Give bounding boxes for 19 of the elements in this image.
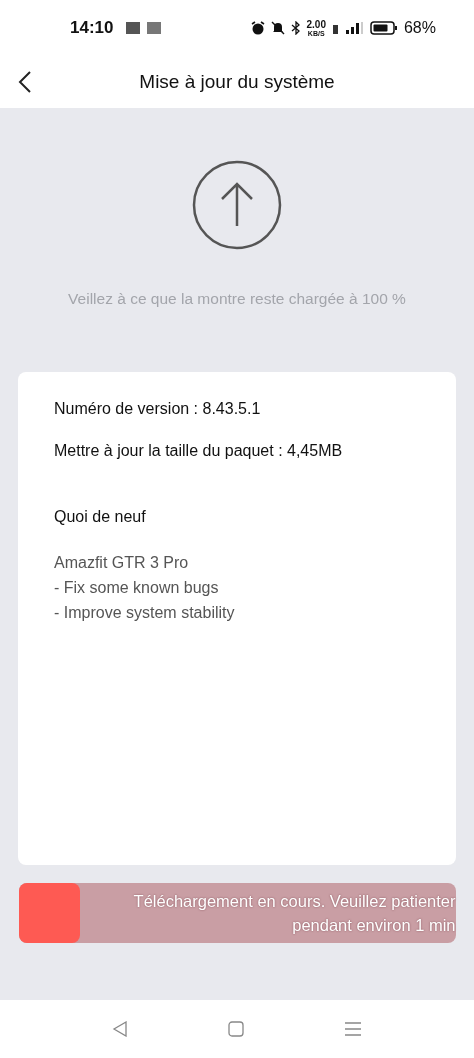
back-nav-icon[interactable] (112, 1021, 128, 1037)
alarm-icon (250, 21, 265, 35)
muted-bell-icon (270, 21, 285, 35)
battery-icon (369, 21, 398, 35)
battery-percent: 68% (403, 19, 436, 37)
release-note: - Fix some known bugs (54, 578, 220, 598)
clock-time: 14:10 (70, 18, 114, 38)
home-nav-icon[interactable] (228, 1021, 244, 1037)
release-note: - Improve system stability (54, 603, 236, 623)
info-line: Mettre à jour la taille du paquet : 4,45MB (54, 442, 344, 460)
info-line: Numéro de version : 8.43.5.1 (54, 400, 262, 418)
whats-new-heading: Quoi de neuf (54, 508, 147, 526)
menu-icon[interactable] (344, 1021, 362, 1037)
release-note: Amazfit GTR 3 Pro (54, 553, 190, 573)
charge-hint: Veillez à ce que la montre reste chargée à 100 % (68, 290, 406, 308)
page-title: Mise à jour du système (139, 71, 335, 93)
signal-icon (331, 21, 364, 35)
bluetooth-icon (290, 21, 301, 35)
progress-text: Téléchargement en cours. Veuillez patienter pendant environ 1 min (132, 891, 456, 936)
